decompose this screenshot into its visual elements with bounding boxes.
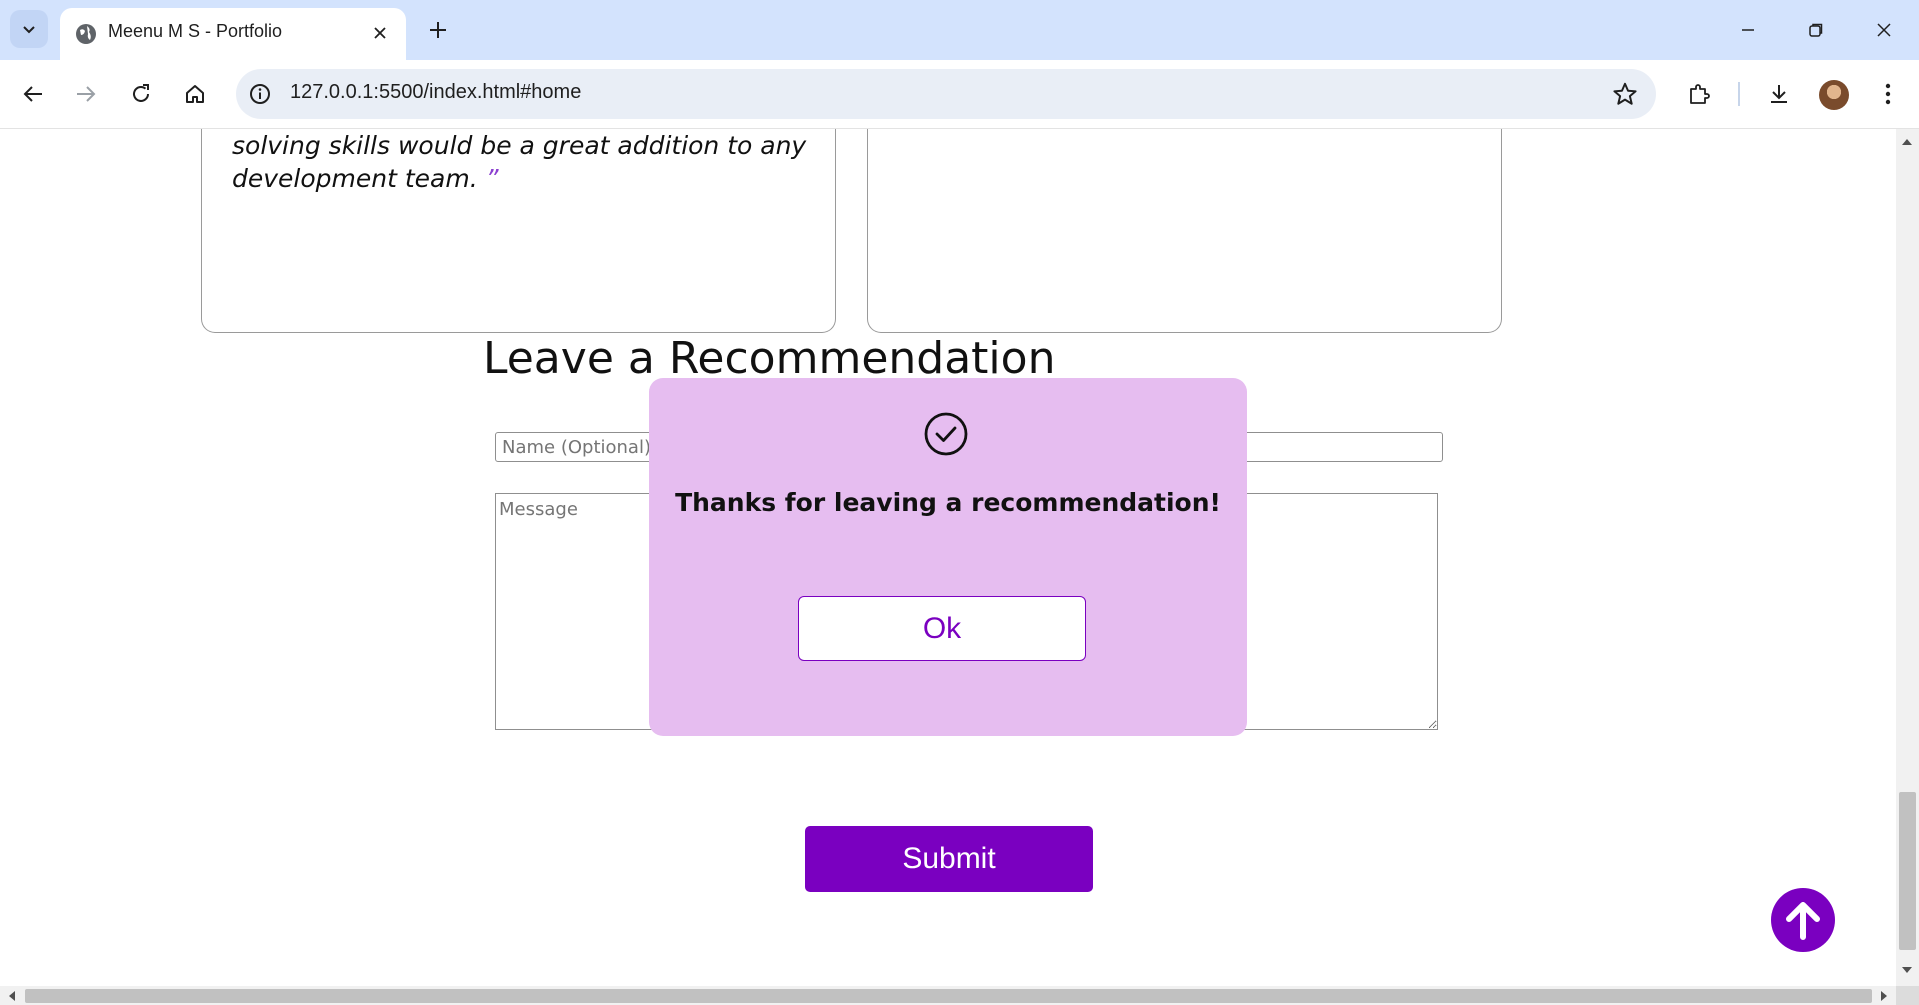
close-icon (1877, 23, 1891, 37)
site-info-icon[interactable] (248, 82, 272, 106)
minimize-button[interactable] (1726, 10, 1770, 50)
scroll-to-top-button[interactable] (1771, 888, 1835, 952)
download-icon (1771, 85, 1787, 103)
tab-title: Meenu M S - Portfolio (108, 21, 283, 41)
profile-avatar[interactable] (1819, 80, 1849, 110)
menu-button[interactable] (1870, 76, 1906, 112)
extensions-button[interactable] (1681, 76, 1717, 112)
restore-button[interactable] (1794, 10, 1838, 50)
kebab-menu-icon (1885, 83, 1891, 105)
home-button[interactable] (177, 76, 213, 112)
check-circle-icon (924, 412, 968, 456)
testimonial-card: solving skills would be a great addition… (201, 129, 836, 333)
chevron-down-icon (23, 26, 35, 34)
page-viewport: solving skills would be a great addition… (0, 129, 1896, 986)
globe-icon (76, 24, 96, 44)
scroll-right-arrow-icon[interactable] (1880, 990, 1890, 1002)
tab-search-button[interactable] (10, 10, 48, 48)
downloads-button[interactable] (1761, 76, 1797, 112)
submit-button[interactable]: Submit (805, 826, 1093, 892)
address-bar[interactable]: 127.0.0.1:5500/index.html#home (236, 69, 1656, 119)
restore-icon (1809, 23, 1823, 37)
scroll-corner (1896, 986, 1919, 1005)
arrow-left-icon (23, 86, 42, 102)
home-icon (186, 85, 204, 103)
browser-toolbar: 127.0.0.1:5500/index.html#home (0, 60, 1919, 129)
success-modal: Thanks for leaving a recommendation! Ok (649, 378, 1247, 736)
close-tab-icon[interactable] (368, 21, 392, 45)
close-window-button[interactable] (1862, 10, 1906, 50)
reload-icon (133, 84, 149, 102)
testimonial-text: solving skills would be a great addition… (232, 131, 807, 193)
tab-strip: Meenu M S - Portfolio (0, 0, 1919, 60)
minimize-icon (1742, 29, 1754, 31)
section-title: Leave a Recommendation (483, 333, 1056, 384)
testimonial-card (867, 129, 1502, 333)
ok-button[interactable]: Ok (798, 596, 1086, 661)
active-tab[interactable]: Meenu M S - Portfolio (60, 8, 406, 60)
close-quote-mark: ” (485, 164, 499, 193)
scroll-down-arrow-icon[interactable] (1901, 966, 1913, 976)
bookmark-star-icon[interactable] (1612, 81, 1638, 107)
toolbar-separator (1738, 82, 1740, 106)
horizontal-scroll-thumb[interactable] (25, 989, 1872, 1003)
vertical-scroll-thumb[interactable] (1899, 792, 1916, 950)
reload-button[interactable] (123, 76, 159, 112)
new-tab-button[interactable] (422, 14, 454, 46)
url-text[interactable]: 127.0.0.1:5500/index.html#home (290, 81, 581, 104)
scroll-left-arrow-icon[interactable] (6, 990, 16, 1002)
back-button[interactable] (15, 76, 51, 112)
arrow-up-icon (1786, 902, 1820, 940)
plus-icon (430, 22, 446, 38)
scroll-up-arrow-icon[interactable] (1901, 136, 1913, 146)
puzzle-icon (1690, 84, 1710, 104)
modal-message: Thanks for leaving a recommendation! (675, 488, 1221, 517)
testimonial-quote: solving skills would be a great addition… (232, 129, 822, 195)
arrow-right-icon (77, 86, 96, 102)
forward-button[interactable] (68, 76, 104, 112)
